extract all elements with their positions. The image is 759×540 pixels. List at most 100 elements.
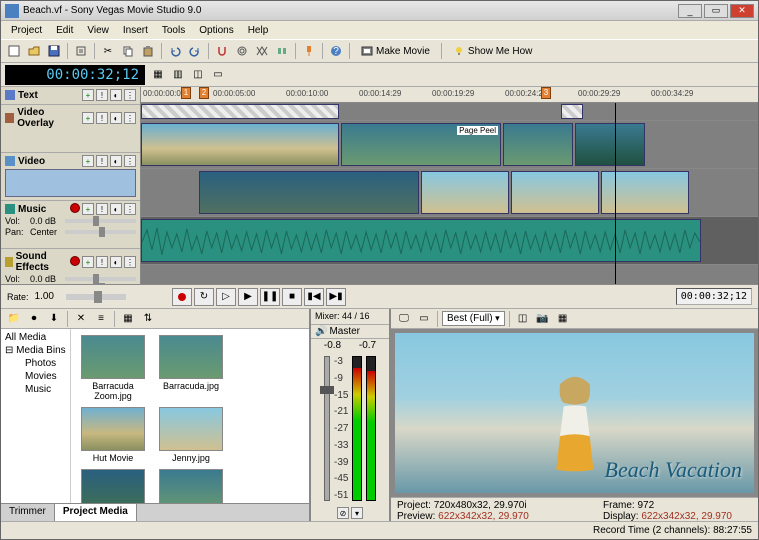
crossfade-icon[interactable] xyxy=(253,42,271,60)
track-lane-overlay[interactable]: Page Peel xyxy=(141,121,758,169)
track-add-icon[interactable]: + xyxy=(82,256,94,268)
track-fx-icon[interactable]: ⋮ xyxy=(124,203,136,215)
tab-trimmer[interactable]: Trimmer xyxy=(1,504,55,521)
track-lane-text[interactable] xyxy=(141,103,758,121)
track-add-icon[interactable]: + xyxy=(82,89,94,101)
minimize-button[interactable]: _ xyxy=(678,4,702,18)
track-mute-icon[interactable]: ! xyxy=(96,112,108,124)
tree-music[interactable]: Music xyxy=(3,383,68,396)
redo-icon[interactable] xyxy=(186,42,204,60)
track-fx-icon[interactable]: ⋮ xyxy=(124,155,136,167)
tab-project-media[interactable]: Project Media xyxy=(55,504,137,521)
timeline-tool-4-icon[interactable]: ▭ xyxy=(209,66,227,84)
transport-time-display[interactable]: 00:00:32;12 xyxy=(676,288,752,305)
track-lane-music[interactable] xyxy=(141,217,758,265)
track-header-music[interactable]: Music + ! ◐ ⋮ Vol: 0.0 dB Pan: xyxy=(1,201,140,249)
mixer-mute-icon[interactable]: ⊘ xyxy=(337,507,349,519)
media-view-icon[interactable]: ▦ xyxy=(119,310,137,328)
track-add-icon[interactable]: + xyxy=(82,203,94,215)
video-clip[interactable] xyxy=(511,171,599,213)
open-icon[interactable] xyxy=(25,42,43,60)
pause-button[interactable]: ❚❚ xyxy=(260,288,280,306)
vol-slider[interactable] xyxy=(65,219,136,223)
preview-snapshot-icon[interactable]: 📷 xyxy=(534,310,552,328)
media-item[interactable]: Barracuda.jpg xyxy=(155,335,227,401)
track-fx-icon[interactable]: ⋮ xyxy=(124,256,136,268)
overlay-clip[interactable] xyxy=(503,123,573,165)
master-fader[interactable] xyxy=(324,356,330,501)
menu-project[interactable]: Project xyxy=(5,23,48,38)
track-fx-icon[interactable]: ⋮ xyxy=(124,112,136,124)
playhead[interactable] xyxy=(615,103,616,284)
paste-icon[interactable] xyxy=(139,42,157,60)
menu-view[interactable]: View xyxy=(81,23,115,38)
help-icon[interactable]: ? xyxy=(327,42,345,60)
record-arm-icon[interactable] xyxy=(70,256,80,266)
snap-icon[interactable] xyxy=(213,42,231,60)
pan-slider[interactable] xyxy=(65,230,136,234)
cut-icon[interactable]: ✂ xyxy=(99,42,117,60)
autocut-icon[interactable] xyxy=(273,42,291,60)
next-button[interactable]: ▶▮ xyxy=(326,288,346,306)
close-button[interactable]: ✕ xyxy=(730,4,754,18)
media-remove-icon[interactable]: ✕ xyxy=(72,310,90,328)
media-item[interactable]: Barracuda Zoom.jpg xyxy=(77,335,149,401)
preview-overlay-icon[interactable]: ▦ xyxy=(554,310,572,328)
prev-button[interactable]: ▮◀ xyxy=(304,288,324,306)
copy-icon[interactable] xyxy=(119,42,137,60)
record-button[interactable] xyxy=(172,288,192,306)
timeline-tool-3-icon[interactable]: ◫ xyxy=(189,66,207,84)
media-item[interactable]: Snorkle.jpg xyxy=(155,469,227,503)
media-props-icon[interactable]: ≡ xyxy=(92,310,110,328)
record-arm-icon[interactable] xyxy=(70,203,80,213)
preview-video[interactable]: Beach Vacation xyxy=(395,333,754,493)
timeline-tool-2-icon[interactable]: ▥ xyxy=(169,66,187,84)
track-solo-icon[interactable]: ◐ xyxy=(110,155,122,167)
mixer-dim-icon[interactable]: ▾ xyxy=(351,507,363,519)
text-clip[interactable] xyxy=(141,104,339,119)
media-capture-icon[interactable]: ⏺ xyxy=(25,310,43,328)
video-clip[interactable] xyxy=(199,171,419,213)
preview-quality-dropdown[interactable]: Best (Full) ▾ xyxy=(442,311,505,326)
make-movie-button[interactable]: Make Movie xyxy=(354,42,437,60)
text-clip[interactable] xyxy=(561,104,583,119)
track-mute-icon[interactable]: ! xyxy=(96,155,108,167)
timeline-marker[interactable]: 3 xyxy=(541,87,551,99)
time-ruler[interactable]: 00:00:00:00 00:00:05:00 00:00:10:00 00:0… xyxy=(141,87,758,103)
overlay-clip[interactable] xyxy=(141,123,339,165)
track-fx-icon[interactable]: ⋮ xyxy=(124,89,136,101)
timecode-display[interactable]: 00:00:32;12 xyxy=(5,65,145,85)
track-solo-icon[interactable]: ◐ xyxy=(110,112,122,124)
rate-slider[interactable] xyxy=(66,294,126,300)
track-mute-icon[interactable]: ! xyxy=(96,203,108,215)
ripple-icon[interactable] xyxy=(233,42,251,60)
track-solo-icon[interactable]: ◐ xyxy=(110,203,122,215)
preview-external-icon[interactable]: ▭ xyxy=(415,310,433,328)
play-start-button[interactable]: ▷ xyxy=(216,288,236,306)
loop-button[interactable]: ↻ xyxy=(194,288,214,306)
properties-icon[interactable] xyxy=(72,42,90,60)
overlay-clip[interactable]: Page Peel xyxy=(341,123,501,165)
track-mute-icon[interactable]: ! xyxy=(96,89,108,101)
timeline-marker[interactable]: 2 xyxy=(199,87,209,99)
media-get-icon[interactable]: ⬇ xyxy=(45,310,63,328)
media-sort-icon[interactable]: ⇅ xyxy=(139,310,157,328)
new-icon[interactable] xyxy=(5,42,23,60)
menu-tools[interactable]: Tools xyxy=(156,23,191,38)
media-import-icon[interactable]: 📁 xyxy=(5,310,23,328)
timeline-tool-1-icon[interactable]: ▦ xyxy=(149,66,167,84)
track-lane-video[interactable] xyxy=(141,169,758,217)
tree-media-bins[interactable]: ⊟ Media Bins xyxy=(3,344,68,357)
tree-photos[interactable]: Photos xyxy=(3,357,68,370)
track-header-overlay[interactable]: Video Overlay + ! ◐ ⋮ xyxy=(1,105,140,153)
overlay-clip[interactable] xyxy=(575,123,645,165)
timeline-marker[interactable]: 1 xyxy=(181,87,191,99)
preview-split-icon[interactable]: ◫ xyxy=(514,310,532,328)
mixer-master[interactable]: 🔊 Master xyxy=(311,325,389,339)
undo-icon[interactable] xyxy=(166,42,184,60)
show-me-how-button[interactable]: Show Me How xyxy=(446,42,539,60)
tree-movies[interactable]: Movies xyxy=(3,370,68,383)
tree-all-media[interactable]: All Media xyxy=(3,331,68,344)
track-header-text[interactable]: Text + ! ◐ ⋮ xyxy=(1,87,140,105)
maximize-button[interactable]: ▭ xyxy=(704,4,728,18)
